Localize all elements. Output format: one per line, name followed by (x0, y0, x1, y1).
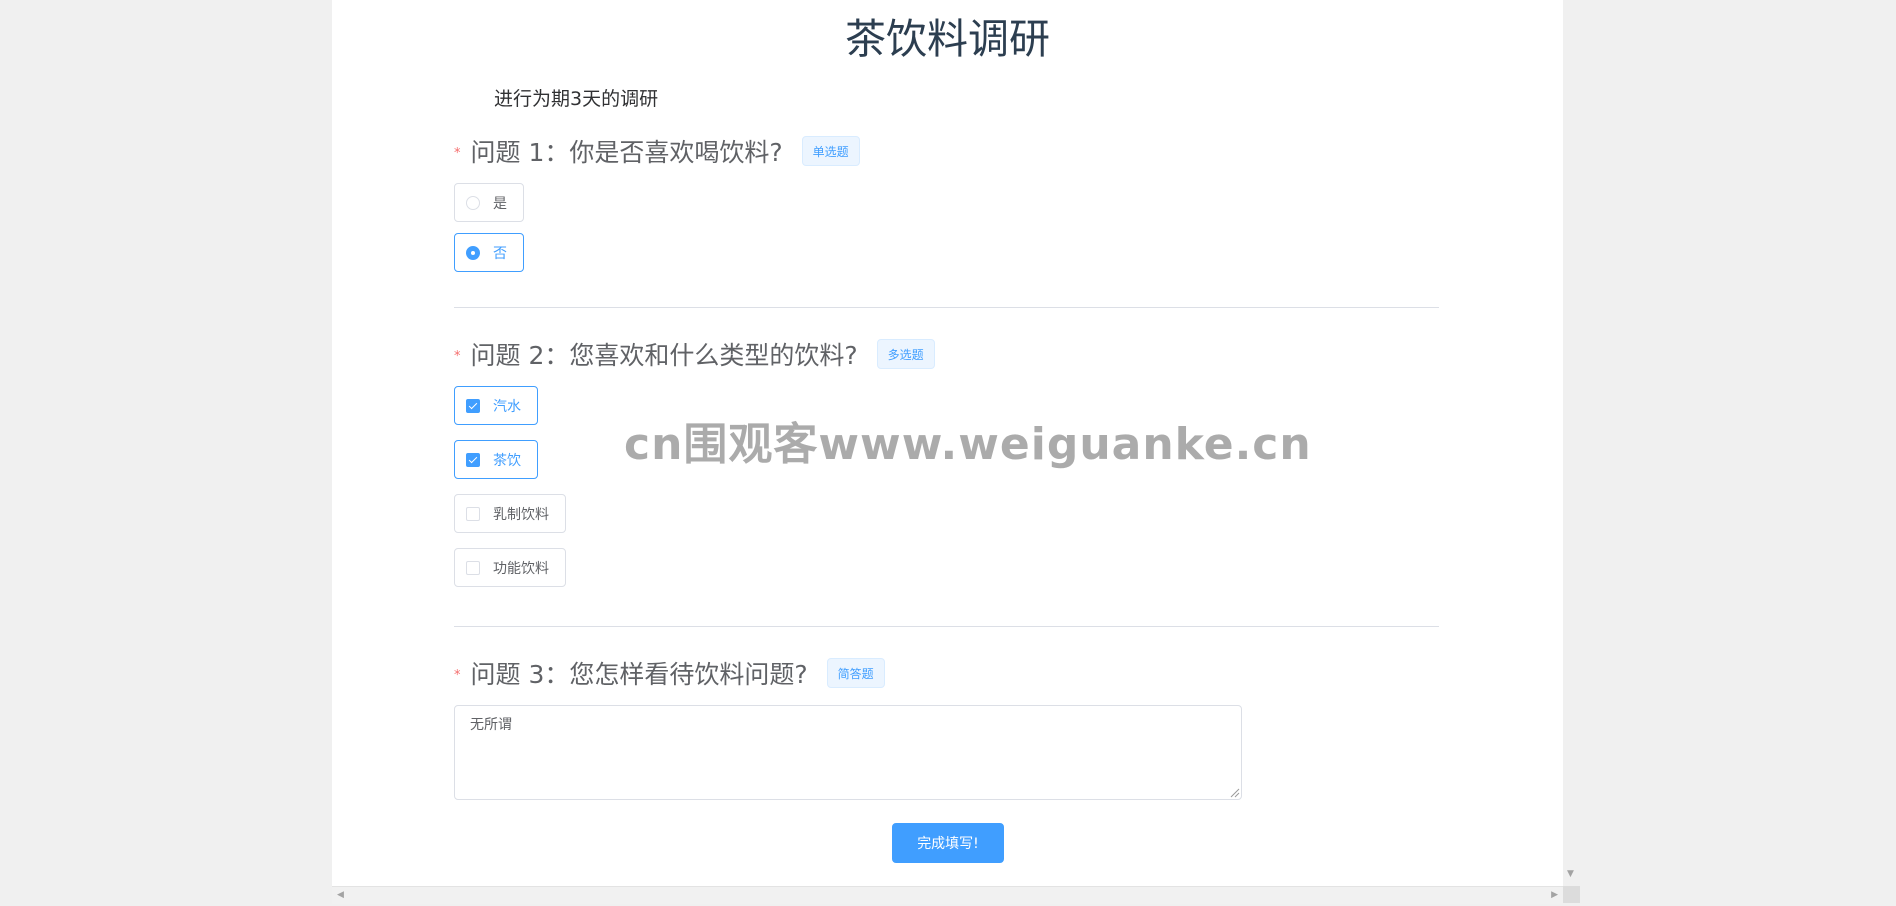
question-2-label: 问题 2：您喜欢和什么类型的饮料? (470, 341, 858, 370)
question-3-type-tag: 简答题 (826, 658, 885, 688)
radio-circle-selected[interactable] (466, 245, 480, 260)
option-label: 功能饮料 (493, 560, 549, 577)
checkbox-option-dairy[interactable]: 乳制饮料 (454, 494, 566, 533)
question-1-label: 问题 1：你是否喜欢喝饮料? (470, 138, 783, 167)
checkbox-icon[interactable] (466, 506, 480, 521)
survey-title: 茶饮料调研 (845, 15, 1050, 63)
scroll-left-arrow-icon[interactable]: ◀ (337, 887, 344, 904)
checkbox-checked-icon[interactable] (466, 398, 480, 413)
horizontal-scrollbar[interactable]: ◀ ▶ (332, 886, 1563, 904)
question-2-header: * 问题 2：您喜欢和什么类型的饮料? 多选题 (454, 336, 935, 372)
survey-description: 进行为期3天的调研 (494, 88, 659, 110)
option-label: 茶饮 (493, 452, 521, 469)
submit-button[interactable]: 完成填写! (892, 823, 1004, 863)
checkbox-option-soda[interactable]: 汽水 (454, 386, 538, 425)
required-mark: * (454, 348, 461, 364)
answer-textarea[interactable]: 无所谓 (454, 705, 1242, 800)
required-mark: * (454, 667, 461, 683)
question-3-label: 问题 3：您怎样看待饮料问题? (470, 660, 808, 689)
resize-grip-icon[interactable] (1228, 786, 1240, 798)
radio-option-no[interactable]: 否 (454, 233, 524, 272)
option-label: 否 (493, 245, 507, 262)
vertical-scrollbar[interactable]: ▼ (1563, 0, 1580, 886)
scroll-right-arrow-icon[interactable]: ▶ (1551, 887, 1558, 904)
checkbox-icon[interactable] (466, 560, 480, 575)
option-label: 是 (493, 195, 507, 212)
question-2-type-tag: 多选题 (876, 339, 935, 369)
checkbox-option-tea[interactable]: 茶饮 (454, 440, 538, 479)
option-label: 汽水 (493, 398, 521, 415)
watermark: cn围观客www.weiguanke.cn (624, 419, 1312, 470)
scrollbar-corner (1563, 886, 1580, 903)
scroll-down-arrow-icon[interactable]: ▼ (1567, 866, 1574, 883)
option-label: 乳制饮料 (493, 506, 549, 523)
radio-circle[interactable] (466, 195, 480, 210)
divider (454, 307, 1439, 308)
question-1-header: * 问题 1：你是否喜欢喝饮料? 单选题 (454, 133, 860, 169)
question-3-header: * 问题 3：您怎样看待饮料问题? 简答题 (454, 655, 885, 691)
checkbox-checked-icon[interactable] (466, 452, 480, 467)
divider (454, 626, 1439, 627)
required-mark: * (454, 145, 461, 161)
radio-option-yes[interactable]: 是 (454, 183, 524, 222)
checkbox-option-functional[interactable]: 功能饮料 (454, 548, 566, 587)
question-1-type-tag: 单选题 (801, 136, 860, 166)
